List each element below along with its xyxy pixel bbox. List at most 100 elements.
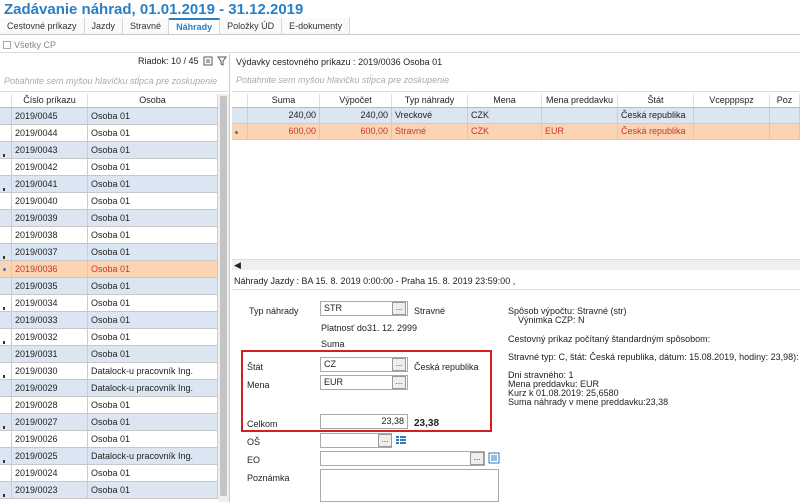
export-icon[interactable] xyxy=(203,56,213,66)
order-row[interactable]: 2019/0041 Osoba 01 xyxy=(0,176,218,193)
document-icon[interactable] xyxy=(488,452,500,464)
order-row[interactable]: 2019/0039 Osoba 01 xyxy=(0,210,218,227)
col-stat[interactable]: Štát xyxy=(618,94,694,107)
order-person: Osoba 01 xyxy=(88,295,218,311)
orders-grid-body: 2019/0045 Osoba 01 2019/0044 Osoba 01 2019/0… xyxy=(0,108,218,499)
order-person: Osoba 01 xyxy=(88,193,218,209)
order-row[interactable]: 2019/0035 Osoba 01 xyxy=(0,278,218,295)
expenses-grid: Suma Výpočet Typ náhrady Mena Mena predd… xyxy=(232,94,800,140)
os-label: OŠ xyxy=(247,437,261,447)
order-row-selected[interactable]: 2019/0036 Osoba 01 xyxy=(0,261,218,278)
order-person: Osoba 01 xyxy=(88,329,218,345)
order-row[interactable]: 2019/0033 Osoba 01 xyxy=(0,312,218,329)
order-person: Osoba 01 xyxy=(88,414,218,430)
list-icon[interactable] xyxy=(396,435,406,445)
tab-cestovne-prikazy[interactable]: Cestovné príkazy xyxy=(0,18,85,34)
os-lookup-button[interactable]: ... xyxy=(378,434,392,447)
info-line-4: Stravné typ: C, štát: Česká republika, d… xyxy=(508,352,800,362)
order-row[interactable]: 2019/0023 Osoba 01 xyxy=(0,482,218,499)
row-marker xyxy=(3,375,5,378)
order-row[interactable]: 2019/0038 Osoba 01 xyxy=(0,227,218,244)
order-number: 2019/0024 xyxy=(12,465,88,481)
order-person: Osoba 01 xyxy=(88,482,218,498)
all-cp-checkbox[interactable] xyxy=(3,41,11,49)
all-cp-toggle[interactable]: Všetky CP xyxy=(3,40,56,50)
col-typ-nahrady[interactable]: Typ náhrady xyxy=(392,94,468,107)
tab-polozky-ud[interactable]: Položky ÚD xyxy=(220,18,283,34)
detail-divider xyxy=(232,289,800,290)
order-number: 2019/0026 xyxy=(12,431,88,447)
order-row[interactable]: 2019/0042 Osoba 01 xyxy=(0,159,218,176)
order-row[interactable]: 2019/0032 Osoba 01 xyxy=(0,329,218,346)
celkom-input[interactable]: 23,38 xyxy=(320,414,408,429)
tab-e-dokumenty[interactable]: E-dokumenty xyxy=(282,18,351,34)
orders-grid: Číslo príkazu Osoba 2019/0045 Osoba 01 201… xyxy=(0,94,218,499)
order-person: Osoba 01 xyxy=(88,346,218,362)
col-mena-preddavku[interactable]: Mena preddavku xyxy=(542,94,618,107)
tab-stravne[interactable]: Stravné xyxy=(123,18,170,34)
order-number: 2019/0030 xyxy=(12,363,88,379)
typ-nahrady-text: Stravné xyxy=(414,306,446,316)
typ-nahrady-lookup-button[interactable]: ... xyxy=(392,302,406,315)
row-marker xyxy=(3,341,5,344)
row-counter-text: Riadok: 10 / 45 xyxy=(138,56,199,66)
order-row[interactable]: 2019/0028 Osoba 01 xyxy=(0,397,218,414)
expense-row-selected[interactable]: 600,00 600,00 Stravné CZK EUR Česká repu… xyxy=(232,124,800,140)
col-cislo-prikazu[interactable]: Číslo príkazu xyxy=(12,94,88,107)
right-hscrollbar[interactable]: ◀ xyxy=(232,259,800,270)
expense-row[interactable]: 240,00 240,00 Vreckové CZK Česká republi… xyxy=(232,108,800,124)
order-person: Datalock-u pracovník Ing. xyxy=(88,380,218,396)
order-row[interactable]: 2019/0045 Osoba 01 xyxy=(0,108,218,125)
order-row[interactable]: 2019/0040 Osoba 01 xyxy=(0,193,218,210)
order-row[interactable]: 2019/0034 Osoba 01 xyxy=(0,295,218,312)
order-row[interactable]: 2019/0024 Osoba 01 xyxy=(0,465,218,482)
order-number: 2019/0045 xyxy=(12,108,88,124)
order-person: Osoba 01 xyxy=(88,244,218,260)
expenses-grid-header: Suma Výpočet Typ náhrady Mena Mena predd… xyxy=(232,94,800,108)
left-scrollbar[interactable] xyxy=(218,94,229,502)
order-row[interactable]: 2019/0043 Osoba 01 xyxy=(0,142,218,159)
col-vcepppspz[interactable]: Vcepppspz xyxy=(694,94,770,107)
order-row[interactable]: 2019/0031 Osoba 01 xyxy=(0,346,218,363)
row-counter: Riadok: 10 / 45 xyxy=(138,56,227,66)
info-line-3: Cestovný príkaz počítaný štandardným spô… xyxy=(508,334,711,344)
order-row[interactable]: 2019/0026 Osoba 01 xyxy=(0,431,218,448)
order-number: 2019/0035 xyxy=(12,278,88,294)
scroll-left-icon[interactable]: ◀ xyxy=(234,260,241,270)
left-scroll-thumb[interactable] xyxy=(220,96,227,496)
order-person: Osoba 01 xyxy=(88,108,218,124)
order-number: 2019/0038 xyxy=(12,227,88,243)
order-row[interactable]: 2019/0044 Osoba 01 xyxy=(0,125,218,142)
col-osoba[interactable]: Osoba xyxy=(88,94,218,107)
tab-jazdy[interactable]: Jazdy xyxy=(84,18,124,34)
order-row[interactable]: 2019/0027 Osoba 01 xyxy=(0,414,218,431)
row-marker xyxy=(3,256,5,259)
order-person: Osoba 01 xyxy=(88,465,218,481)
order-number: 2019/0032 xyxy=(12,329,88,345)
mena-label: Mena xyxy=(247,380,270,390)
order-row[interactable]: 2019/0037 Osoba 01 xyxy=(0,244,218,261)
poznamka-textarea[interactable] xyxy=(320,469,499,502)
celkom-text: 23,38 xyxy=(414,418,440,429)
tab-nahrady[interactable]: Náhrady xyxy=(169,18,221,34)
row-marker xyxy=(3,307,5,310)
eo-input[interactable] xyxy=(320,451,485,466)
eo-lookup-button[interactable]: ... xyxy=(470,452,484,465)
stat-lookup-button[interactable]: ... xyxy=(392,358,406,371)
stat-text: Česká republika xyxy=(414,362,479,372)
col-poz[interactable]: Poz xyxy=(770,94,800,107)
left-group-hint[interactable]: Potiahnite sem myšou hlavičku stĺpca pre… xyxy=(0,70,230,92)
order-number: 2019/0031 xyxy=(12,346,88,362)
current-row-marker xyxy=(3,268,6,271)
mena-lookup-button[interactable]: ... xyxy=(392,376,406,389)
info-line-2: Výnimka CZP: N xyxy=(518,315,585,325)
right-group-hint[interactable]: Potiahnite sem myšou hlavičku stĺpca pre… xyxy=(232,70,800,92)
col-suma[interactable]: Suma xyxy=(248,94,320,107)
filter-icon[interactable] xyxy=(216,56,227,66)
orders-grid-header: Číslo príkazu Osoba xyxy=(0,94,218,108)
col-mena[interactable]: Mena xyxy=(468,94,542,107)
order-row[interactable]: 2019/0029 Datalock-u pracovník Ing. xyxy=(0,380,218,397)
col-vypocet[interactable]: Výpočet xyxy=(320,94,392,107)
order-row[interactable]: 2019/0030 Datalock-u pracovník Ing. xyxy=(0,363,218,380)
order-row[interactable]: 2019/0025 Datalock-u pracovník Ing. xyxy=(0,448,218,465)
